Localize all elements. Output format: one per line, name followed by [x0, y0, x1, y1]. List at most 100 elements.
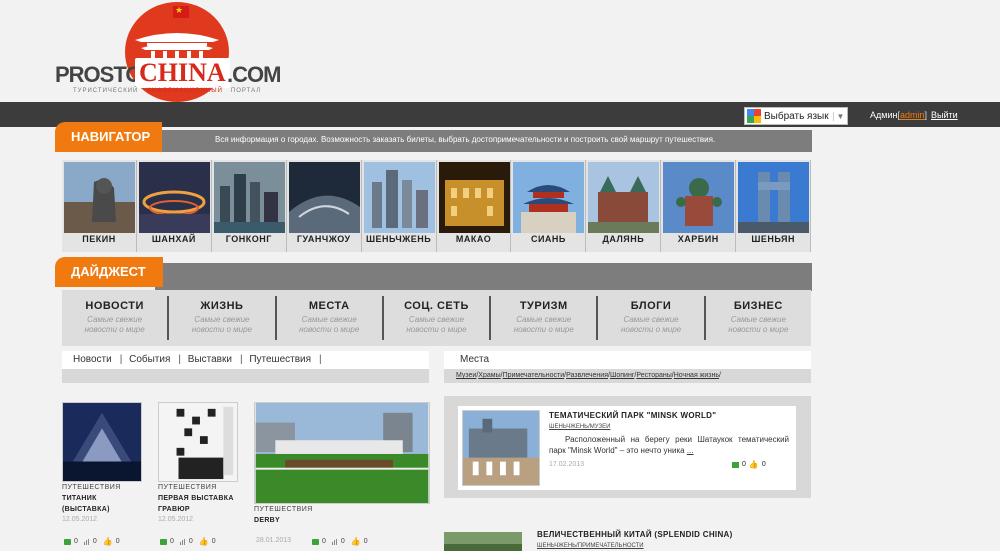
- digest-item-subtitle: Самые свежие новости о мире: [169, 315, 274, 335]
- site-logo[interactable]: ★ PROSTO CHINA .COM ТУРИСТИЧЕСКИЙ ИНФОРМА…: [55, 0, 285, 102]
- city-tile-shenyang[interactable]: ШЕНЬЯН: [736, 160, 812, 252]
- city-tile-hongkong[interactable]: ГОНКОНГ: [212, 160, 287, 252]
- subcat-restaurants[interactable]: Рестораны: [636, 372, 671, 379]
- subcat-temples[interactable]: Храмы: [478, 372, 500, 379]
- city-tile-guangzhou[interactable]: ГУАНЧЖОУ: [287, 160, 362, 252]
- digest-item-social[interactable]: СОЦ. СЕТЬ Самые свежие новости о мире: [384, 296, 492, 340]
- logo-text-com: .COM: [227, 62, 281, 87]
- digest-title[interactable]: ДАЙДЖЕСТ: [55, 257, 163, 287]
- places-subcategory-bar: Музеи/Храмы/Примечательности/Развлечения…: [444, 369, 811, 383]
- digest-item-blogs[interactable]: БЛОГИ Самые свежие новости о мире: [598, 296, 706, 340]
- like-icon[interactable]: 👍: [199, 537, 209, 546]
- digest-subtitle-line-2: новости о мире: [406, 325, 467, 334]
- digest-subtitle-line-2: новости о мире: [84, 325, 145, 334]
- admin-username-link[interactable]: admin: [900, 110, 925, 120]
- article-category[interactable]: ПУТЕШЕСТВИЯ: [158, 484, 217, 491]
- subcat-sights[interactable]: Примечательности: [503, 372, 565, 379]
- tab-events[interactable]: События: [129, 354, 170, 365]
- article-title[interactable]: ВЕЛИЧЕСТВЕННЫЙ КИТАЙ (SPLENDID CHINA): [537, 530, 733, 539]
- city-tile-dalian[interactable]: ДАЛЯНЬ: [586, 160, 662, 252]
- digest-subtitle-line-1: Самые свежие: [623, 315, 679, 324]
- article-stats: 0 👍 0: [732, 460, 766, 469]
- city-image-xian: [513, 162, 585, 233]
- digest-item-places[interactable]: МЕСТА Самые свежие новости о мире: [277, 296, 384, 340]
- logo-tagline: ТУРИСТИЧЕСКИЙ ИНФОРМАЦИОННЫЙ ПОРТАЛ: [73, 88, 261, 94]
- article-date: 17.02.2013: [549, 461, 585, 468]
- comment-icon: [64, 538, 71, 545]
- digest-item-life[interactable]: ЖИЗНЬ Самые свежие новости о мире: [169, 296, 277, 340]
- city-tile-shanghai[interactable]: ШАНХАЙ: [137, 160, 212, 252]
- like-icon[interactable]: 👍: [103, 537, 113, 546]
- digest-subtitle-line-1: Самые свежие: [87, 315, 143, 324]
- city-label: ДАЛЯНЬ: [602, 234, 645, 244]
- logout-link[interactable]: Выйти: [931, 110, 958, 120]
- article-card[interactable]: ПУТЕШЕСТВИЯ ТИТАНИК (ВЫСТАВКА) 12.05.2012…: [62, 402, 142, 551]
- city-tile-shenzhen[interactable]: ШЕНЬЧЖЕНЬ: [362, 160, 437, 252]
- subcat-shopping[interactable]: Шопинг: [610, 372, 634, 379]
- article-category[interactable]: ШЕНЬЧЖЕНЬ/МУЗЕИ: [549, 424, 610, 430]
- tagline-word-1: ТУРИСТИЧЕСКИЙ: [73, 88, 139, 94]
- city-tile-beijing[interactable]: ПЕКИН: [62, 160, 137, 252]
- article-title[interactable]: ТЕМАТИЧЕСКИЙ ПАРК "MINSK WORLD": [549, 411, 716, 420]
- article-title[interactable]: DERBY: [254, 515, 280, 526]
- china-flag-icon: ★: [173, 5, 189, 18]
- logo-text-prosto: PROSTO: [55, 62, 143, 87]
- city-image-dalian: [588, 162, 660, 233]
- article-category[interactable]: ПУТЕШЕСТВИЯ: [254, 506, 313, 513]
- digest-subtitle-line-1: Самые свежие: [408, 315, 465, 324]
- right-tab-bar: Места: [444, 351, 811, 369]
- read-more-link[interactable]: ...: [687, 446, 694, 455]
- article-title-line-2: (ВЫСТАВКА): [62, 506, 110, 513]
- header: ★ PROSTO CHINA .COM ТУРИСТИЧЕСКИЙ ИНФОРМА…: [0, 0, 1000, 102]
- city-image-macau: [438, 162, 510, 233]
- digest-header: ДАЙДЖЕСТ: [55, 257, 812, 291]
- city-label: ГУАНЧЖОУ: [296, 234, 351, 244]
- digest-item-title: ЖИЗНЬ: [200, 300, 244, 312]
- views-icon: [83, 538, 90, 545]
- article-title[interactable]: ТИТАНИК (ВЫСТАВКА): [62, 493, 110, 515]
- views-count: 0: [340, 538, 345, 545]
- article-date: 28.01.2013: [256, 537, 292, 544]
- city-image-shenzhen: [363, 162, 435, 233]
- tab-travel[interactable]: Путешествия: [249, 354, 311, 365]
- subcat-entertainment[interactable]: Развлечения: [566, 372, 608, 379]
- city-tile-macau[interactable]: МАКАО: [437, 160, 512, 252]
- digest-item-title: БИЗНЕС: [733, 300, 783, 312]
- article-title-line-1: ПЕРВАЯ ВЫСТАВКА: [158, 495, 234, 502]
- article-title[interactable]: ПЕРВАЯ ВЫСТАВКА ГРАВЮР: [158, 493, 234, 515]
- like-count: 0: [761, 461, 766, 468]
- like-icon[interactable]: 👍: [749, 460, 759, 469]
- digest-subtitle-line-2: новости о мире: [513, 325, 574, 334]
- left-subbar: [62, 369, 429, 383]
- subcat-museums[interactable]: Музеи: [456, 372, 476, 379]
- featured-place-inner[interactable]: ТЕМАТИЧЕСКИЙ ПАРК "MINSK WORLD" ШЕНЬЧЖЕН…: [458, 406, 796, 490]
- digest-item-title: СОЦ. СЕТЬ: [404, 300, 469, 312]
- digest-item-subtitle: Самые свежие новости о мире: [706, 315, 811, 335]
- city-image-beijing: [64, 162, 135, 233]
- tab-exhibitions[interactable]: Выставки: [188, 354, 232, 365]
- city-tile-xian[interactable]: СИАНЬ: [511, 160, 587, 252]
- google-icon: [747, 109, 761, 123]
- digest-item-news[interactable]: НОВОСТИ Самые свежие новости о мире: [62, 296, 170, 340]
- digest-item-business[interactable]: БИЗНЕС Самые свежие новости о мире: [706, 296, 811, 340]
- navigator-title[interactable]: НАВИГАТОР: [55, 122, 162, 152]
- article-category[interactable]: ШЕНЬЧЖЕНЬ/ПРИМЕЧАТЕЛЬНОСТИ: [537, 543, 644, 549]
- city-tile-harbin[interactable]: ХАРБИН: [661, 160, 737, 252]
- city-label: МАКАО: [455, 234, 492, 244]
- like-icon[interactable]: 👍: [351, 537, 361, 546]
- article-excerpt-text: Расположенный на берегу реки Шатаукок те…: [549, 435, 789, 455]
- city-label: ПЕКИН: [82, 234, 116, 244]
- article-date: 12.05.2012: [158, 516, 194, 523]
- place-list-item[interactable]: ВЕЛИЧЕСТВЕННЫЙ КИТАЙ (SPLENDID CHINA) ШЕ…: [444, 527, 811, 551]
- article-category[interactable]: ПУТЕШЕСТВИЯ: [62, 484, 121, 491]
- article-card[interactable]: ПУТЕШЕСТВИЯ DERBY 28.01.2013 0 0 👍 0: [254, 402, 430, 551]
- logo-text-china: CHINA: [135, 58, 230, 88]
- views-count: 0: [188, 538, 193, 545]
- digest-item-tourism[interactable]: ТУРИЗМ Самые свежие новости о мире: [491, 296, 599, 340]
- tab-news[interactable]: Новости: [73, 354, 112, 365]
- article-card[interactable]: ПУТЕШЕСТВИЯ ПЕРВАЯ ВЫСТАВКА ГРАВЮР 12.05.…: [158, 402, 238, 551]
- subcat-nightlife[interactable]: Ночная жизнь: [674, 372, 719, 379]
- tab-places[interactable]: Места: [460, 354, 489, 365]
- article-excerpt: Расположенный на берегу реки Шатаукок те…: [549, 434, 789, 456]
- digest-item-title: ТУРИЗМ: [519, 300, 568, 312]
